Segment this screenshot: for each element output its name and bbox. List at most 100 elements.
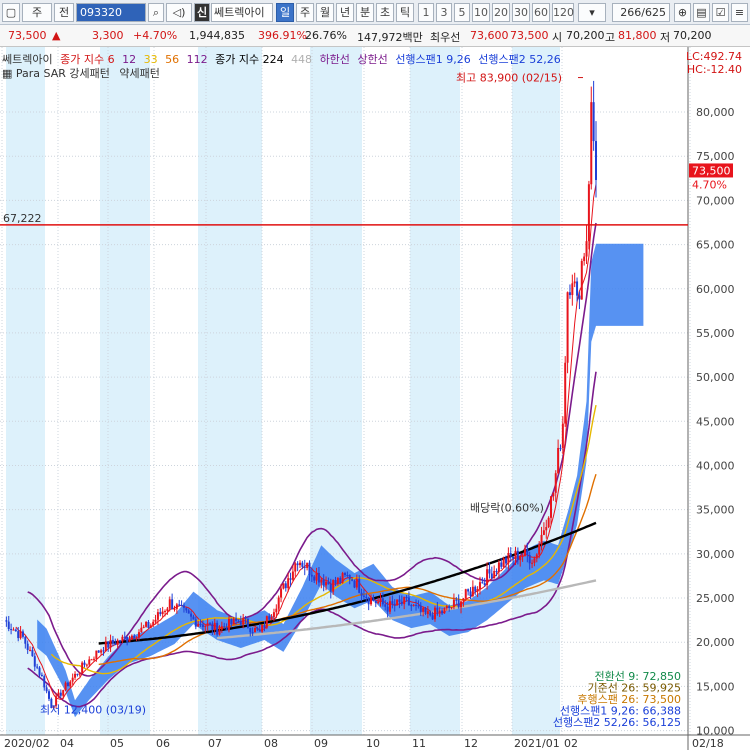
window-icon[interactable]: ▢ [2,3,20,22]
type-select[interactable]: 주 [22,3,52,22]
tab-week[interactable]: 주 [296,3,314,22]
candle-body [505,557,508,564]
tab-year[interactable]: 년 [336,3,354,22]
candle-body [526,549,529,555]
candle-body [109,639,112,648]
interval-3[interactable]: 3 [436,3,452,22]
interval-20[interactable]: 20 [492,3,510,22]
legend-ma448: 448 [291,53,313,66]
candle-body [488,569,491,574]
checkbox-icon[interactable]: ☑ [712,3,729,22]
candle-body [322,579,325,586]
candle-body [26,643,29,650]
search-icon[interactable]: ⌕ [148,3,164,22]
candle-body [78,672,81,675]
candle-body [211,623,214,630]
candle-body [500,562,503,567]
candle-body [538,544,541,555]
interval-1[interactable]: 1 [418,3,434,22]
candle-body [469,591,472,597]
interval-30[interactable]: 30 [512,3,530,22]
tab-month[interactable]: 월 [316,3,334,22]
y-tick-label: 80,000 [696,106,735,119]
change-amount: 3,300 [92,29,124,42]
interval-custom[interactable]: ▾ [578,3,606,22]
candle-body [270,617,273,620]
candle-body [140,627,143,633]
tab-day[interactable]: 일 [276,3,294,22]
candle-body [121,636,124,642]
candle-body [583,256,586,262]
candle-body [332,580,335,592]
candle-body [291,571,294,580]
candle-body [561,423,564,448]
candle-body [436,607,439,613]
candle-body [254,627,257,633]
hc-value: HC:-12.40 [686,63,742,76]
pin-icon[interactable]: ⊕ [674,3,691,22]
change-percent: +4.70% [133,29,178,42]
candle-body [36,666,39,668]
candle-body [353,580,356,588]
candle-body [289,578,292,580]
y-tick-label: 65,000 [696,239,735,252]
candle-body [467,589,470,592]
y-tick-label: 40,000 [696,459,735,472]
grid-icon: ▦ [2,67,13,80]
candle-body [590,102,593,185]
candle-body [578,295,581,300]
candle-body [398,599,401,602]
interval-10[interactable]: 10 [472,3,490,22]
list-icon[interactable]: ≡ [731,3,748,22]
save-icon[interactable]: ▤ [693,3,710,22]
tab-second[interactable]: 초 [376,3,394,22]
candle-body [275,608,278,613]
interval-120[interactable]: 120 [552,3,574,22]
candle-body [410,605,413,607]
sound-icon[interactable]: ◁) [166,3,192,22]
x-tick-label: 12 [464,737,478,750]
candle-body [190,613,193,617]
candle-body [258,629,261,632]
candle-body [272,612,275,618]
candle-body [547,517,550,528]
candle-body [7,621,10,630]
price-chart[interactable]: 10,000 15,000 20,000 25,000 30,000 35,000 40,0… [0,47,750,750]
candle-body [263,624,266,628]
candle-body [161,611,164,615]
candle-body [223,626,226,628]
tab-tick[interactable]: 틱 [396,3,414,22]
dividend-label: 배당락(0.60%) [470,502,544,515]
code-input[interactable]: 093320 [76,3,146,22]
legend-para-sar: Para SAR 강세패턴 [15,67,110,80]
change-arrow-icon: ▲ [52,29,61,42]
candle-body [441,610,444,614]
candle-body [242,618,245,625]
interval-5[interactable]: 5 [454,3,470,22]
candle-body [220,626,223,630]
candle-body [218,629,221,635]
y-tick-label: 75,000 [696,150,735,163]
period-select[interactable]: 전 [54,3,74,22]
ask-label: 최우선 [430,31,461,44]
candle-body [471,586,474,597]
x-tick-label: 06 [156,737,170,750]
y-tick-label: 20,000 [696,636,735,649]
candle-body [433,607,436,620]
candle-body [310,574,313,577]
candle-body [130,635,133,640]
tab-minute[interactable]: 분 [356,3,374,22]
quote-bar: 73,500 ▲ 3,300 +4.70% 1,944,835 396.91% … [0,25,750,47]
candle-body [145,621,148,627]
candle-body [31,649,34,657]
candle-body [365,596,368,598]
trade-amount: 147,972백만 [357,31,423,44]
low-label: 저 [660,31,671,44]
interval-60[interactable]: 60 [532,3,550,22]
x-tick-label: 2021/01 [514,737,560,750]
candle-body [239,621,242,625]
candle-body [277,597,280,609]
candle-body [19,631,22,639]
legend-span2: 선행스팬2 52,26 [478,53,561,66]
legend-span1: 선행스팬1 9,26 [395,53,471,66]
